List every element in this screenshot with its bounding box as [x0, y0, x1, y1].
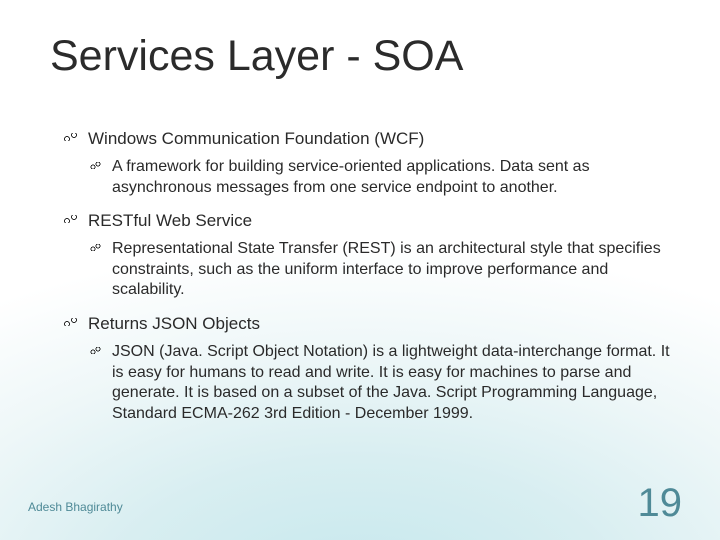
footer-author: Adesh Bhagirathy [28, 500, 123, 514]
bullet-text: RESTful Web Service [88, 211, 252, 230]
bullet-level2: JSON (Java. Script Object Notation) is a… [88, 342, 670, 424]
bullet-level1: RESTful Web Service [60, 210, 670, 231]
bullet-level2: A framework for building service-oriente… [88, 157, 670, 198]
footer-page-number: 19 [638, 481, 683, 526]
bullet-text: Returns JSON Objects [88, 314, 260, 333]
bullet-text: Windows Communication Foundation (WCF) [88, 129, 424, 148]
bullet-level1: Returns JSON Objects [60, 313, 670, 334]
bullet-text: Representational State Transfer (REST) i… [112, 240, 661, 298]
bullet-text: A framework for building service-oriente… [112, 158, 590, 195]
bullet-level2: Representational State Transfer (REST) i… [88, 239, 670, 300]
slide: Services Layer - SOA Windows Communicati… [0, 0, 720, 540]
slide-content: Windows Communication Foundation (WCF) A… [60, 128, 670, 436]
bullet-level1: Windows Communication Foundation (WCF) [60, 128, 670, 149]
slide-title: Services Layer - SOA [50, 32, 463, 81]
bullet-text: JSON (Java. Script Object Notation) is a… [112, 343, 670, 421]
